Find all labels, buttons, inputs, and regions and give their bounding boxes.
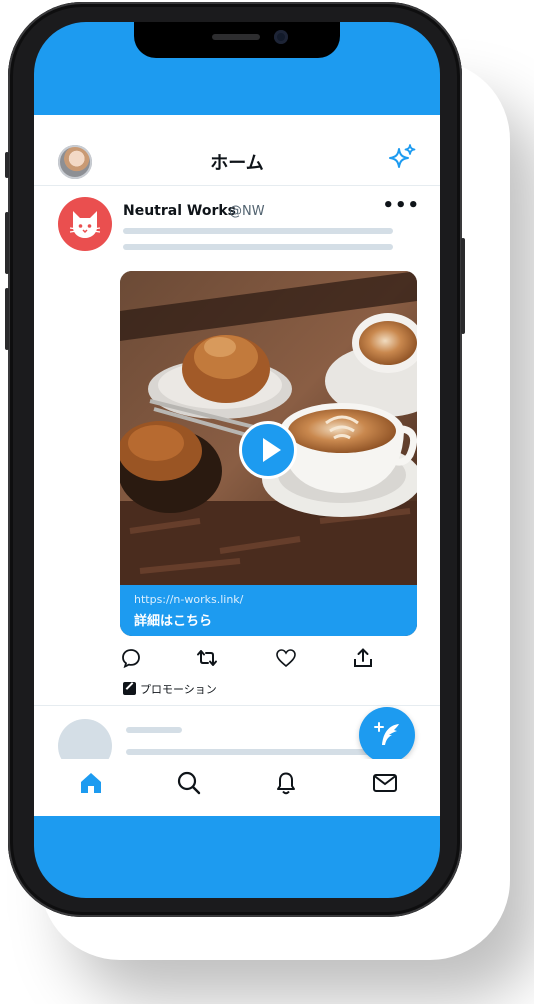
- link-title[interactable]: 詳細はこちら: [134, 610, 212, 629]
- power-button: [461, 238, 465, 334]
- video-card[interactable]: https://n-works.link/ 詳細はこちら: [120, 271, 417, 636]
- promotion-label: プロモーション: [123, 681, 217, 697]
- timeline-app: ホーム Neutral Works @NW ••• https://n-work…: [34, 115, 440, 816]
- notch: [134, 22, 340, 58]
- author-name[interactable]: Neutral Works: [123, 203, 236, 219]
- more-options-icon[interactable]: •••: [382, 195, 420, 216]
- heart-icon[interactable]: [275, 647, 297, 669]
- bell-icon[interactable]: [272, 769, 300, 797]
- compose-icon: [374, 722, 399, 745]
- promoted-post[interactable]: Neutral Works @NW ••• https://n-works.li…: [34, 185, 440, 706]
- mail-icon[interactable]: [371, 769, 399, 797]
- play-button[interactable]: [239, 421, 297, 479]
- home-icon[interactable]: [77, 769, 105, 797]
- text-placeholder-line: [123, 228, 393, 234]
- promotion-text: プロモーション: [140, 683, 217, 696]
- cat-icon: [69, 211, 101, 238]
- link-url: https://n-works.link/: [134, 593, 244, 606]
- author-avatar[interactable]: [58, 197, 112, 251]
- app-header: ホーム: [34, 115, 440, 186]
- text-placeholder-line: [126, 727, 182, 733]
- volume-down-button: [5, 288, 9, 350]
- text-placeholder-line: [126, 749, 396, 755]
- speaker: [212, 34, 260, 40]
- tab-bar: [34, 759, 440, 816]
- share-icon[interactable]: [352, 647, 374, 669]
- search-icon[interactable]: [175, 769, 203, 797]
- reply-icon[interactable]: [120, 647, 142, 669]
- page-title: ホーム: [210, 153, 264, 174]
- text-placeholder-line: [123, 244, 393, 250]
- mute-switch: [5, 152, 9, 178]
- compose-button[interactable]: [359, 707, 415, 763]
- post-actions: [120, 647, 417, 671]
- retweet-icon[interactable]: [196, 647, 218, 669]
- front-camera: [274, 30, 288, 44]
- phone-screen: ホーム Neutral Works @NW ••• https://n-work…: [34, 22, 440, 898]
- phone-frame: ホーム Neutral Works @NW ••• https://n-work…: [5, 2, 465, 917]
- sparkle-icon[interactable]: [388, 143, 418, 173]
- link-card[interactable]: https://n-works.link/ 詳細はこちら: [120, 585, 417, 636]
- volume-up-button: [5, 212, 9, 274]
- promoted-icon: [123, 682, 136, 695]
- author-handle[interactable]: @NW: [229, 204, 265, 219]
